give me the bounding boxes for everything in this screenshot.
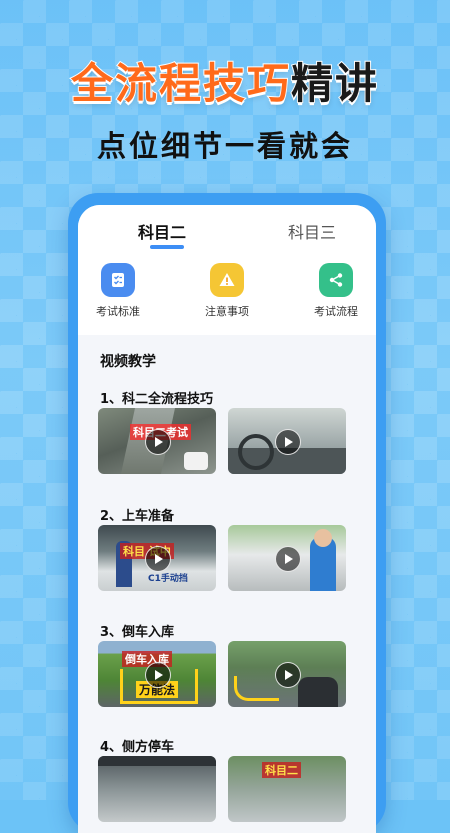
tab-subject-two[interactable]: 科目二: [138, 219, 186, 243]
quick-action-notes[interactable]: 注意事项: [187, 263, 267, 319]
quick-action-label: 注意事项: [205, 305, 249, 318]
quick-action-label: 考试标准: [96, 305, 140, 318]
play-icon: [145, 429, 171, 455]
lesson-title: 4、侧方停车: [100, 740, 175, 755]
promo-subheadline: 点位细节一看就会: [96, 129, 353, 163]
video-thumbnail[interactable]: 科目二: [228, 756, 346, 822]
tab-subject-three[interactable]: 科目三: [288, 219, 336, 243]
share-icon: [319, 263, 353, 297]
quick-action-exam-standard[interactable]: 考试标准: [78, 263, 158, 319]
checklist-icon: [101, 263, 135, 297]
lesson-title: 3、倒车入库: [100, 625, 175, 640]
video-thumbnail[interactable]: 倒车入库 万能法: [98, 641, 216, 707]
subject-tabs: 科目二 科目三: [78, 205, 376, 255]
video-thumbnail[interactable]: [228, 641, 346, 707]
headline-rest: 精讲: [290, 58, 380, 109]
video-thumbnail[interactable]: [98, 756, 216, 822]
app-screen: 科目二 科目三 考试标准 注意事项 考试流程 视频教学 1、科二全流程技巧 2、…: [78, 205, 376, 833]
lesson-title: 2、上车准备: [100, 509, 175, 524]
thumbnail-caption: C1手动挡: [148, 574, 188, 584]
play-icon: [275, 662, 301, 688]
phone-frame: 科目二 科目三 考试标准 注意事项 考试流程 视频教学 1、科二全流程技巧 2、…: [68, 193, 386, 833]
video-thumbnail[interactable]: 科目 试中 C1手动挡: [98, 525, 216, 591]
play-icon: [275, 546, 301, 572]
lesson-title: 1、科二全流程技巧: [100, 392, 214, 407]
thumbnail-caption: 科目二: [262, 762, 301, 778]
video-thumbnail[interactable]: 科目二考试: [98, 408, 216, 474]
video-thumbnail[interactable]: [228, 525, 346, 591]
play-icon: [275, 429, 301, 455]
video-thumbnail[interactable]: [228, 408, 346, 474]
quick-action-exam-process[interactable]: 考试流程: [296, 263, 376, 319]
section-title: 视频教学: [100, 354, 156, 370]
warning-icon: [210, 263, 244, 297]
play-icon: [145, 662, 171, 688]
quick-actions: 考试标准 注意事项 考试流程: [78, 255, 376, 335]
promo-headline: 全流程技巧精讲: [0, 50, 450, 111]
headline-highlight: 全流程技巧: [70, 58, 291, 109]
quick-action-label: 考试流程: [314, 305, 358, 318]
active-tab-indicator: [150, 245, 184, 249]
play-icon: [145, 546, 171, 572]
